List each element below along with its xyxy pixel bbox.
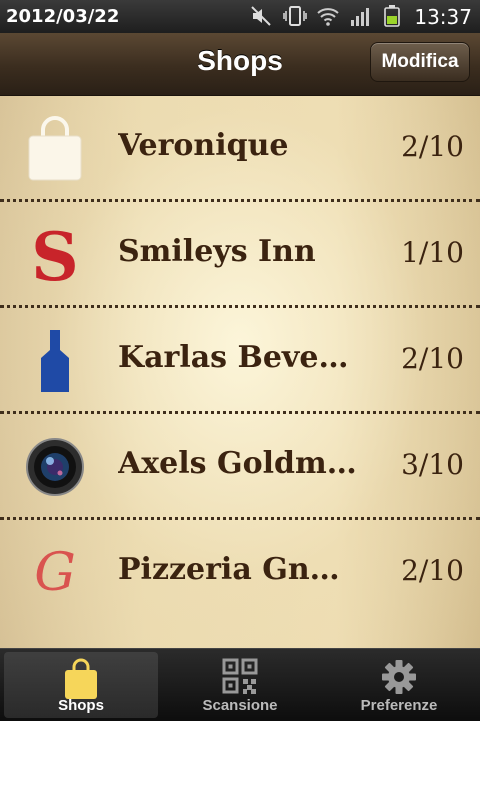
- status-bar: 2012/03/22 13:37: [0, 0, 480, 33]
- wifi-icon: [317, 8, 339, 26]
- tab-preferenze[interactable]: Preferenze: [322, 652, 476, 718]
- shop-stamp-count: 2/10: [401, 342, 464, 375]
- edit-button[interactable]: Modifica: [370, 42, 470, 82]
- tab-label: Shops: [58, 697, 104, 714]
- status-date: 2012/03/22: [6, 6, 120, 27]
- shop-stamp-count: 2/10: [401, 554, 464, 587]
- vibrate-icon: [283, 6, 307, 26]
- shop-name: Axels Goldm…: [118, 446, 357, 481]
- letter-s-logo: S: [22, 222, 88, 288]
- shop-list: Veronique 2/10 S Smileys Inn 1/10 Karlas…: [0, 96, 480, 648]
- tab-bar: Shops Scansione Preferenze: [0, 648, 480, 721]
- tab-label: Scansione: [202, 697, 278, 714]
- shop-row-pizzeria-gno[interactable]: G Pizzeria Gno… 2/10: [0, 520, 480, 626]
- letter-g-logo: G: [22, 540, 88, 606]
- shop-name: Pizzeria Gno…: [118, 552, 358, 587]
- shop-row-axels-goldm[interactable]: Axels Goldm… 3/10: [0, 414, 480, 520]
- shopping-bag-icon: [22, 116, 88, 182]
- shop-row-veronique[interactable]: Veronique 2/10: [0, 96, 480, 202]
- shop-stamp-count: 1/10: [401, 236, 464, 269]
- signal-icon: [351, 8, 369, 26]
- bottle-logo: [22, 328, 88, 394]
- shop-stamp-count: 3/10: [401, 448, 464, 481]
- shop-name: Karlas Bever…: [118, 340, 358, 375]
- shop-name: Smileys Inn: [118, 234, 316, 269]
- qr-code-icon: [222, 658, 258, 694]
- shopping-bag-icon: [65, 658, 97, 699]
- tab-scansione[interactable]: Scansione: [163, 652, 317, 718]
- shop-stamp-count: 2/10: [401, 130, 464, 163]
- mute-icon: [251, 6, 271, 26]
- camera-lens-logo: [22, 434, 88, 500]
- gear-icon: [382, 660, 416, 694]
- nav-bar: Shops Modifica: [0, 33, 480, 96]
- shop-name: Veronique: [118, 128, 289, 163]
- svg-text:G: G: [34, 543, 76, 603]
- battery-icon: [384, 5, 400, 27]
- shop-row-karlas-beverages[interactable]: Karlas Bever… 2/10: [0, 308, 480, 414]
- status-time: 13:37: [414, 5, 472, 29]
- svg-text:S: S: [31, 222, 79, 288]
- tab-label: Preferenze: [360, 697, 438, 714]
- shop-row-smileys-inn[interactable]: S Smileys Inn 1/10: [0, 202, 480, 308]
- tab-shops[interactable]: Shops: [4, 652, 158, 718]
